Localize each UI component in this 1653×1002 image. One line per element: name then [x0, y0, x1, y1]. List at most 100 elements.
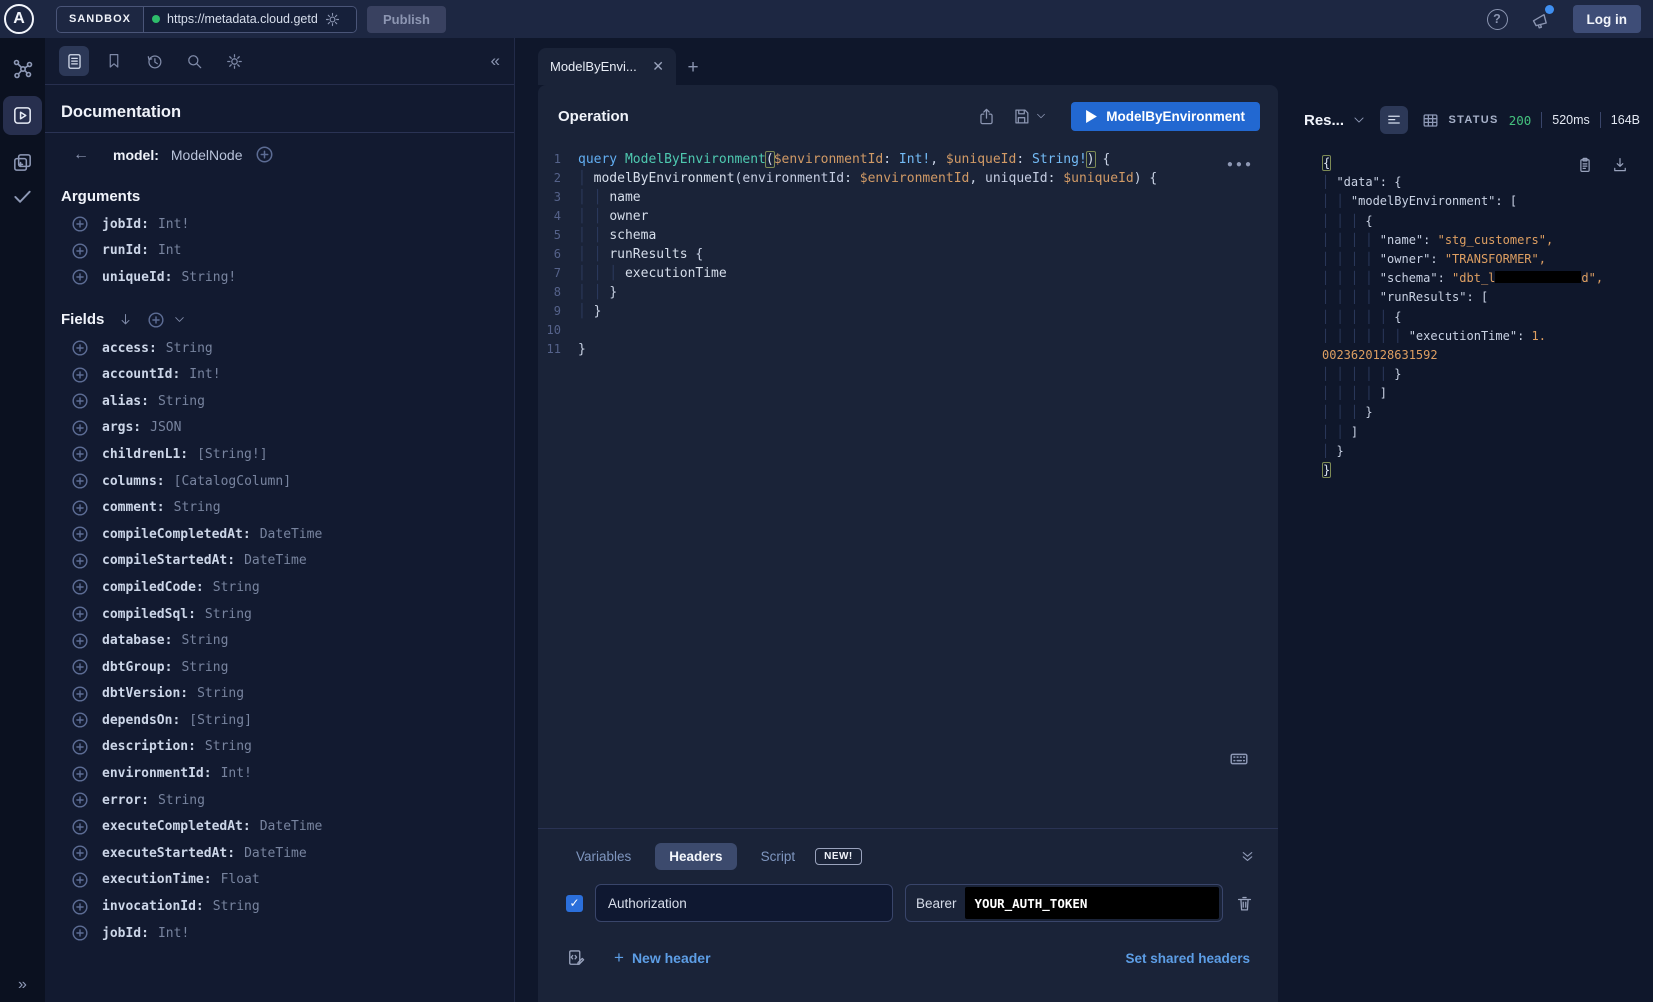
- code-line[interactable]: 1query ModelByEnvironment($environmentId…: [538, 150, 1278, 169]
- doc-field-row[interactable]: comment:String: [45, 494, 514, 521]
- delete-header-icon[interactable]: [1235, 894, 1254, 913]
- add-to-query-icon[interactable]: [71, 685, 89, 703]
- history-icon[interactable]: [139, 46, 169, 76]
- doc-field-row[interactable]: columns:[CatalogColumn]: [45, 468, 514, 495]
- back-arrow-icon[interactable]: ←: [73, 146, 89, 164]
- add-to-query-icon[interactable]: [71, 499, 89, 517]
- breadcrumb-type[interactable]: ModelNode: [171, 147, 243, 163]
- add-to-query-icon[interactable]: [71, 711, 89, 729]
- code-line[interactable]: 7│ │ │ executionTime: [538, 264, 1278, 283]
- add-to-query-icon[interactable]: [71, 215, 89, 233]
- add-to-query-icon[interactable]: [71, 445, 89, 463]
- sort-fields-icon[interactable]: [118, 312, 133, 327]
- header-enabled-checkbox[interactable]: ✓: [566, 895, 583, 912]
- add-to-query-icon[interactable]: [71, 871, 89, 889]
- doc-field-row[interactable]: accountId:Int!: [45, 361, 514, 388]
- keyboard-shortcuts-icon[interactable]: [1228, 748, 1250, 770]
- tab-script[interactable]: Script: [751, 843, 806, 870]
- add-to-query-icon[interactable]: [71, 632, 89, 650]
- doc-field-row[interactable]: compiledCode:String: [45, 574, 514, 601]
- editor-overflow-menu-icon[interactable]: ●●●: [1227, 159, 1254, 170]
- code-line[interactable]: 5│ │ schema: [538, 226, 1278, 245]
- doc-field-row[interactable]: database:String: [45, 627, 514, 654]
- doc-field-row[interactable]: compiledSql:String: [45, 601, 514, 628]
- format-json-icon[interactable]: [1380, 106, 1408, 134]
- doc-field-row[interactable]: compileCompletedAt:DateTime: [45, 521, 514, 548]
- add-to-query-icon[interactable]: [71, 242, 89, 260]
- code-line[interactable]: 4│ │ owner: [538, 207, 1278, 226]
- schema-graph-icon[interactable]: [0, 52, 45, 86]
- doc-field-row[interactable]: invocationId:String: [45, 893, 514, 920]
- copy-response-icon[interactable]: [1576, 156, 1594, 174]
- doc-field-row[interactable]: alias:String: [45, 388, 514, 415]
- doc-field-row[interactable]: jobId:Int!: [45, 920, 514, 947]
- doc-argument-row[interactable]: uniqueId:String!: [45, 264, 514, 291]
- edit-raw-headers-icon[interactable]: [566, 948, 586, 968]
- add-to-query-icon[interactable]: [71, 898, 89, 916]
- new-header-button[interactable]: + New header: [614, 948, 711, 968]
- doc-field-row[interactable]: dbtGroup:String: [45, 654, 514, 681]
- explorer-icon-active[interactable]: [3, 96, 42, 135]
- add-to-query-icon[interactable]: [71, 844, 89, 862]
- add-to-query-icon[interactable]: [71, 791, 89, 809]
- doc-field-row[interactable]: executeCompletedAt:DateTime: [45, 813, 514, 840]
- doc-field-row[interactable]: args:JSON: [45, 415, 514, 442]
- add-to-query-icon[interactable]: [71, 552, 89, 570]
- new-tab-button[interactable]: +: [676, 51, 710, 85]
- operation-tab[interactable]: ModelByEnvi... ✕: [538, 48, 676, 85]
- auth-token-value[interactable]: YOUR_AUTH_TOKEN: [965, 887, 1219, 919]
- code-line[interactable]: 6│ │ runResults {: [538, 245, 1278, 264]
- expand-rail-icon[interactable]: »: [0, 976, 45, 994]
- add-all-fields-icon[interactable]: [147, 311, 165, 329]
- add-to-query-icon[interactable]: [71, 268, 89, 286]
- add-to-query-icon[interactable]: [71, 658, 89, 676]
- checks-icon[interactable]: [0, 179, 45, 213]
- add-field-icon[interactable]: [255, 145, 274, 164]
- doc-field-row[interactable]: error:String: [45, 787, 514, 814]
- header-name-input[interactable]: [595, 884, 893, 922]
- login-button[interactable]: Log in: [1573, 5, 1642, 33]
- add-to-query-icon[interactable]: [71, 605, 89, 623]
- set-shared-headers-link[interactable]: Set shared headers: [1125, 951, 1250, 966]
- doc-field-row[interactable]: dbtVersion:String: [45, 681, 514, 708]
- connection-settings-gear-icon[interactable]: [324, 11, 341, 28]
- doc-field-row[interactable]: childrenL1:[String!]: [45, 441, 514, 468]
- search-icon[interactable]: [179, 46, 209, 76]
- doc-field-row[interactable]: environmentId:Int!: [45, 760, 514, 787]
- response-dropdown-chevron-icon[interactable]: [1352, 113, 1366, 127]
- add-to-query-icon[interactable]: [71, 392, 89, 410]
- save-operation-group[interactable]: [1012, 107, 1047, 126]
- collapse-docs-icon[interactable]: «: [491, 51, 500, 71]
- code-line[interactable]: 10: [538, 321, 1278, 340]
- announcements-icon[interactable]: [1530, 9, 1551, 30]
- add-to-query-icon[interactable]: [71, 765, 89, 783]
- code-line[interactable]: 9│ }: [538, 302, 1278, 321]
- code-line[interactable]: 8│ │ }: [538, 283, 1278, 302]
- code-line[interactable]: 11}: [538, 340, 1278, 359]
- add-to-query-icon[interactable]: [71, 924, 89, 942]
- endpoint-url-input[interactable]: https://metadata.cloud.getd: [144, 7, 356, 32]
- add-to-query-icon[interactable]: [71, 366, 89, 384]
- operation-collections-icon[interactable]: [0, 145, 45, 179]
- header-value-field[interactable]: Bearer YOUR_AUTH_TOKEN: [905, 884, 1223, 922]
- download-response-icon[interactable]: [1611, 156, 1629, 174]
- format-table-icon[interactable]: [1416, 106, 1444, 134]
- add-to-query-icon[interactable]: [71, 738, 89, 756]
- add-to-query-icon[interactable]: [71, 525, 89, 543]
- doc-field-row[interactable]: access:String: [45, 335, 514, 362]
- tab-headers[interactable]: Headers: [655, 843, 736, 870]
- add-to-query-icon[interactable]: [71, 419, 89, 437]
- documentation-tab-icon[interactable]: [59, 46, 89, 76]
- doc-field-row[interactable]: dependsOn:[String]: [45, 707, 514, 734]
- code-line[interactable]: 3│ │ name: [538, 188, 1278, 207]
- doc-argument-row[interactable]: jobId:Int!: [45, 211, 514, 238]
- share-operation-icon[interactable]: [977, 107, 996, 126]
- doc-field-row[interactable]: executionTime:Float: [45, 867, 514, 894]
- add-to-query-icon[interactable]: [71, 818, 89, 836]
- fields-options-chevron-icon[interactable]: [173, 313, 186, 326]
- add-to-query-icon[interactable]: [71, 339, 89, 357]
- graphql-editor[interactable]: 1query ModelByEnvironment($environmentId…: [538, 141, 1278, 828]
- code-line[interactable]: 2│ modelByEnvironment(environmentId: $en…: [538, 169, 1278, 188]
- close-tab-icon[interactable]: ✕: [652, 58, 664, 75]
- help-icon[interactable]: ?: [1487, 9, 1508, 30]
